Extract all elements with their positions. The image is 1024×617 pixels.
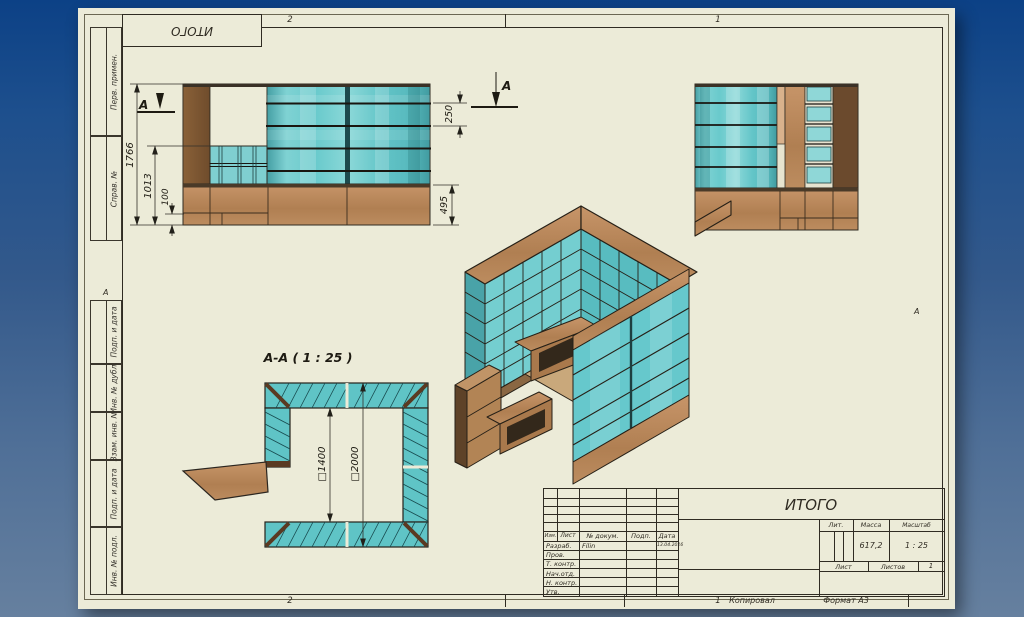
section-letter-left: A bbox=[138, 98, 148, 112]
section-plan-title: А-А ( 1 : 25 ) bbox=[263, 350, 353, 365]
plan-door-leaf bbox=[183, 462, 268, 500]
dim-plan-outer: □2000 bbox=[350, 447, 361, 482]
tb-row-label: Нач.отд. bbox=[546, 570, 575, 578]
tb-list-label: Лист bbox=[819, 563, 868, 571]
view-isometric bbox=[455, 201, 731, 484]
tb-col-izm: Изм. bbox=[544, 533, 557, 539]
dim-plan-inner: □1400 bbox=[317, 447, 328, 482]
title-block: Изм. Лист № докум. Подп. Дата Разраб. Fi… bbox=[543, 488, 945, 597]
tb-row-label: Н. контр. bbox=[546, 579, 577, 587]
footer-format-label: Формат А3 bbox=[806, 596, 886, 605]
footer-copied-label: Копировал bbox=[712, 596, 792, 605]
desktop-background: 2 1 2 1 A A ИТОГО Перв. примен. Справ. №… bbox=[0, 0, 1024, 617]
section-letter-right: A bbox=[501, 79, 511, 93]
tb-listov-value: 1 bbox=[918, 562, 944, 570]
tb-row-label: Утв. bbox=[546, 588, 560, 596]
dim-plinth: 100 bbox=[161, 188, 171, 205]
section-mark-left: A bbox=[137, 93, 175, 112]
dim-shelf-gap: 250 bbox=[444, 105, 455, 123]
section-mark-right: A bbox=[471, 72, 518, 107]
tb-col-list: Лист bbox=[557, 532, 579, 539]
dim-base-height: 495 bbox=[439, 196, 450, 214]
tb-row-label: Разраб. bbox=[546, 542, 572, 550]
tb-scale-label: Масштаб bbox=[889, 522, 944, 529]
view-front-elevation bbox=[183, 84, 430, 225]
tb-listov-label: Листов bbox=[868, 563, 918, 571]
tb-mass-value: 617,2 bbox=[853, 541, 889, 550]
tb-row-label: Т. контр. bbox=[546, 560, 576, 568]
tb-row-label: Пров. bbox=[546, 551, 565, 559]
dim-total-height: 1766 bbox=[125, 142, 136, 167]
tb-scale-value: 1 : 25 bbox=[889, 541, 944, 550]
tb-mass-label: Масса bbox=[853, 521, 889, 529]
tb-row-date: 13.04.2016 bbox=[657, 543, 683, 548]
view-section-plan: А-А ( 1 : 25 ) □1400 □2000 bbox=[183, 350, 428, 547]
tb-col-data: Дата bbox=[656, 532, 678, 540]
tb-row-value: Filin bbox=[582, 542, 595, 550]
tb-designation: ИТОГО bbox=[678, 496, 944, 514]
dim-mid-height: 1013 bbox=[143, 173, 154, 198]
tb-col-doc: № докум. bbox=[579, 532, 626, 540]
tb-lit-label: Лит. bbox=[819, 521, 853, 529]
drawing-sheet: 2 1 2 1 A A ИТОГО Перв. примен. Справ. №… bbox=[78, 8, 955, 609]
tb-col-podp: Подп. bbox=[626, 532, 656, 540]
